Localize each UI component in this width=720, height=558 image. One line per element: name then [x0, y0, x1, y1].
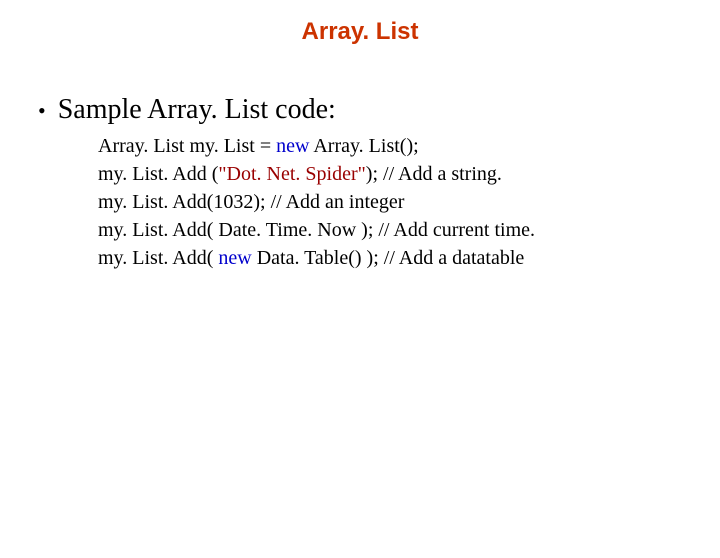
code-line-5: my. List. Add( new Data. Table() ); // A…: [98, 244, 720, 272]
code-line-3: my. List. Add(1032); // Add an integer: [98, 188, 720, 216]
code-line-2: my. List. Add ("Dot. Net. Spider"); // A…: [98, 160, 720, 188]
slide-title: Array. List: [0, 18, 720, 46]
code-line-4: my. List. Add( Date. Time. Now ); // Add…: [98, 216, 720, 244]
code-line-1: Array. List my. List = new Array. List()…: [98, 132, 720, 160]
bullet-text: Sample Array. List code:: [58, 94, 336, 126]
bullet-marker: •: [38, 94, 46, 128]
code-sample: Array. List my. List = new Array. List()…: [98, 132, 720, 272]
bullet-item: • Sample Array. List code:: [38, 94, 720, 128]
